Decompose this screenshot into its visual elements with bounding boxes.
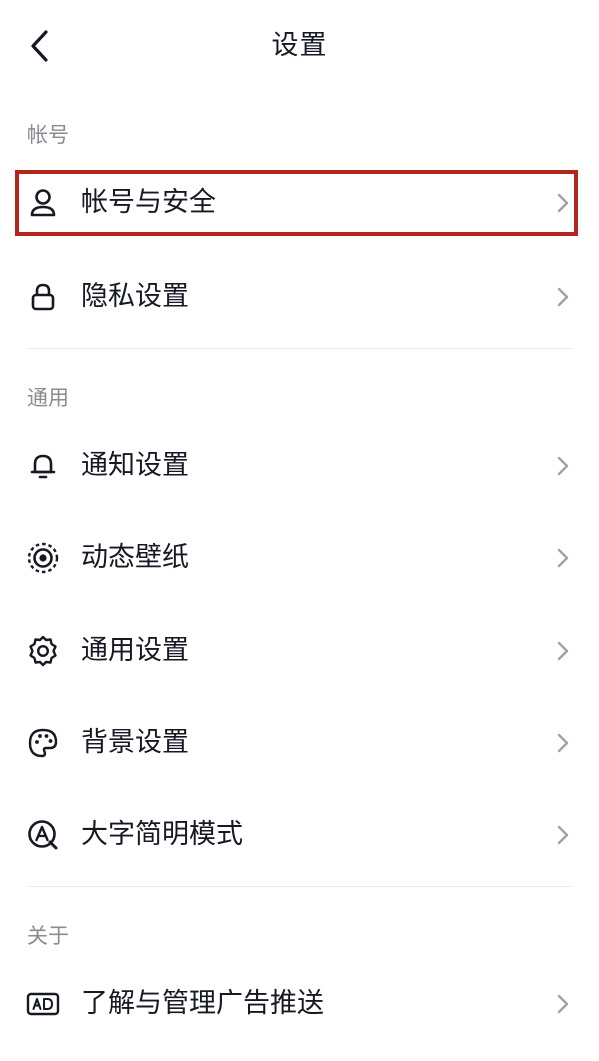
- live-wallpaper-icon: [26, 541, 60, 575]
- chevron-right-icon: [555, 285, 571, 309]
- settings-item-label: 通知设置: [81, 450, 189, 481]
- settings-item-notifications[interactable]: 通知设置: [0, 428, 599, 504]
- divider: [27, 886, 573, 887]
- person-icon: [26, 186, 60, 220]
- gear-icon: [26, 634, 60, 668]
- page-title: 设置: [271, 30, 328, 61]
- settings-item-background[interactable]: 背景设置: [0, 705, 599, 781]
- settings-item-general[interactable]: 通用设置: [0, 613, 599, 689]
- settings-item-ad-management[interactable]: 了解与管理广告推送: [0, 966, 599, 1042]
- header-bar: 设置: [0, 0, 599, 92]
- lock-icon: [26, 280, 60, 314]
- chevron-right-icon: [555, 191, 571, 215]
- settings-item-label: 大字简明模式: [81, 819, 243, 850]
- chevron-right-icon: [555, 639, 571, 663]
- divider: [27, 348, 573, 349]
- chevron-right-icon: [555, 823, 571, 847]
- section-label-general: 通用: [27, 386, 69, 410]
- settings-item-label: 帐号与安全: [81, 187, 216, 218]
- settings-item-label: 通用设置: [81, 635, 189, 666]
- ad-icon: [26, 987, 60, 1021]
- chevron-right-icon: [555, 731, 571, 755]
- settings-item-privacy[interactable]: 隐私设置: [0, 259, 599, 335]
- section-label-about: 关于: [27, 924, 69, 948]
- settings-item-live-wallpaper[interactable]: 动态壁纸: [0, 520, 599, 596]
- chevron-right-icon: [555, 546, 571, 570]
- large-text-icon: [26, 818, 60, 852]
- settings-item-large-text-mode[interactable]: 大字简明模式: [0, 797, 599, 873]
- chevron-right-icon: [555, 992, 571, 1016]
- chevron-right-icon: [555, 454, 571, 478]
- settings-item-label: 动态壁纸: [81, 542, 189, 573]
- settings-item-account-security[interactable]: 帐号与安全: [0, 165, 599, 241]
- palette-icon: [26, 726, 60, 760]
- section-label-account: 帐号: [27, 123, 69, 147]
- bell-icon: [26, 449, 60, 483]
- settings-item-label: 了解与管理广告推送: [81, 988, 324, 1019]
- settings-item-label: 隐私设置: [81, 281, 189, 312]
- settings-item-label: 背景设置: [81, 727, 189, 758]
